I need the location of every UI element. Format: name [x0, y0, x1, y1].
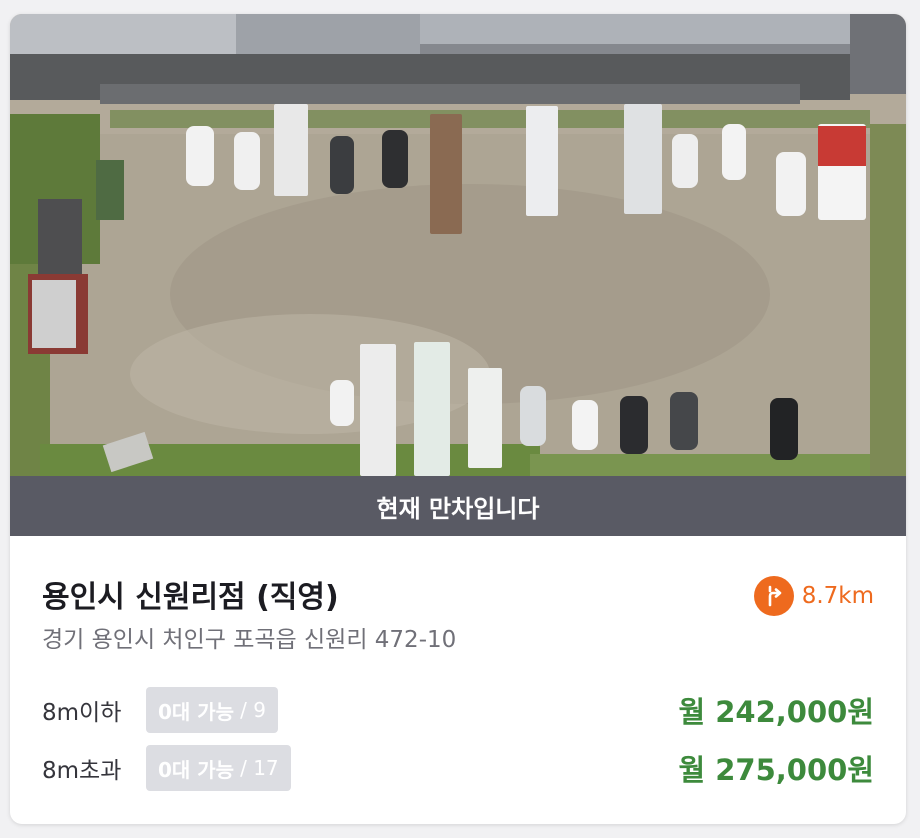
capacity-total: / 9: [240, 698, 266, 722]
vehicle-size-label: 8m이하: [42, 700, 122, 726]
lot-address: 경기 용인시 처인구 포곡읍 신원리 472-10: [42, 627, 457, 653]
rate-row-8m-over: 8m초과 0대 가능 / 17 월 275,000원: [42, 744, 874, 792]
rate-row-8m-under: 8m이하 0대 가능 / 9 월 242,000원: [42, 686, 874, 734]
vehicle-size-label: 8m초과: [42, 758, 122, 784]
distance-value: 8.7km: [801, 583, 874, 609]
distance-indicator[interactable]: 8.7km: [753, 576, 874, 616]
lot-name: 용인시 신원리점 (직영): [42, 580, 339, 615]
availability-badge: 0대 가능 / 17: [146, 745, 291, 791]
parking-lot-aerial-photo: [10, 14, 906, 476]
full-status-banner: 현재 만차입니다: [10, 476, 906, 536]
capacity-total: / 17: [240, 756, 279, 780]
directions-icon: [753, 576, 794, 616]
availability-badge: 0대 가능 / 9: [146, 687, 278, 733]
parking-lot-card[interactable]: 현재 만차입니다 용인시 신원리점 (직영) 경기 용인시 처인구 포곡읍 신원…: [10, 14, 906, 824]
monthly-price: 월 242,000원: [678, 695, 874, 729]
status-text: 현재 만차입니다: [376, 494, 540, 523]
monthly-price: 월 275,000원: [678, 753, 874, 787]
availability-count: 0대 가능: [158, 699, 235, 724]
availability-count: 0대 가능: [158, 757, 235, 782]
lot-info: 용인시 신원리점 (직영) 경기 용인시 처인구 포곡읍 신원리 472-10 …: [10, 536, 906, 824]
